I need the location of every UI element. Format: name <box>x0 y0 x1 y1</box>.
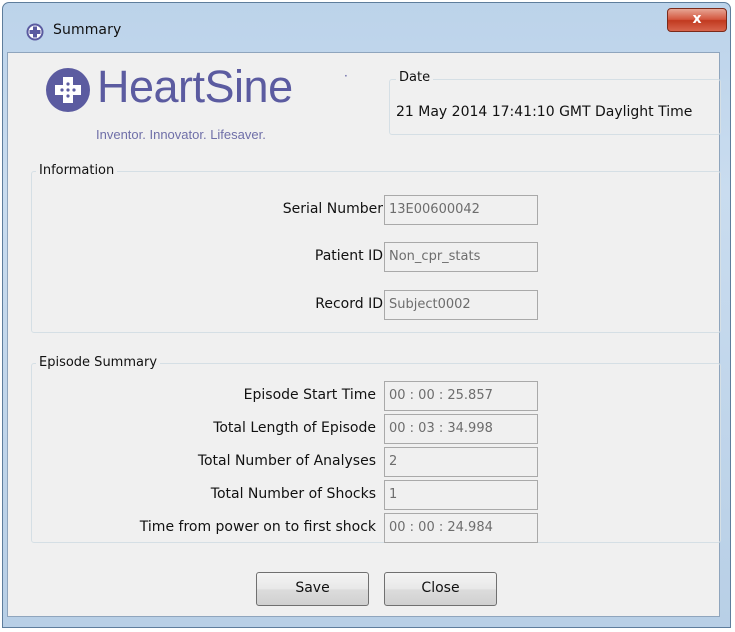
information-group-label: Information <box>36 163 118 178</box>
logo-registered-mark: · <box>344 69 348 83</box>
total-shocks-row: Total Number of Shocks <box>32 486 408 506</box>
total-analyses-field[interactable]: 2 <box>384 447 538 477</box>
episode-summary-group-label: Episode Summary <box>36 355 161 370</box>
total-analyses-row: Total Number of Analyses <box>32 453 408 473</box>
first-shock-field[interactable]: 00 : 00 : 24.984 <box>384 513 538 543</box>
date-value: 21 May 2014 17:41:10 GMT Daylight Time <box>396 104 693 120</box>
total-length-label: Total Length of Episode <box>213 420 376 436</box>
logo-brand-text: HeartSine <box>97 61 293 112</box>
first-shock-label: Time from power on to first shock <box>139 519 376 535</box>
total-shocks-label: Total Number of Shocks <box>210 486 376 502</box>
patient-id-field[interactable]: Non_cpr_stats <box>384 242 538 272</box>
record-id-field[interactable]: Subject0002 <box>384 290 538 320</box>
episode-start-time-label: Episode Start Time <box>243 387 376 403</box>
logo-tagline: Inventor. Innovator. Lifesaver. <box>96 127 266 142</box>
patient-id-row: Patient ID <box>32 248 408 268</box>
date-group-label: Date <box>396 70 434 85</box>
total-length-field[interactable]: 00 : 03 : 34.998 <box>384 414 538 444</box>
title-bar[interactable]: Summary x <box>3 3 730 47</box>
information-group: Information Serial Number 13E00600042 Pa… <box>31 163 721 333</box>
patient-id-label: Patient ID <box>314 248 383 264</box>
record-id-row: Record ID <box>32 296 408 316</box>
record-id-label: Record ID <box>315 296 383 312</box>
total-length-row: Total Length of Episode <box>32 420 408 440</box>
heartsine-app-icon <box>26 23 44 41</box>
episode-summary-group: Episode Summary Episode Start Time 00 : … <box>31 355 721 543</box>
heartsine-logo: HeartSine · Inventor. Innovator. Lifesav… <box>42 61 348 151</box>
date-group: Date 21 May 2014 17:41:10 GMT Daylight T… <box>389 70 721 135</box>
total-shocks-field[interactable]: 1 <box>384 480 538 510</box>
serial-number-row: Serial Number <box>32 201 408 221</box>
serial-number-field[interactable]: 13E00600042 <box>384 195 538 225</box>
serial-number-label: Serial Number <box>282 201 383 217</box>
first-shock-row: Time from power on to first shock <box>32 519 408 539</box>
close-icon: x <box>692 11 702 27</box>
total-analyses-label: Total Number of Analyses <box>197 453 376 469</box>
heartsine-logo-icon <box>46 68 90 112</box>
save-button[interactable]: Save <box>256 572 369 606</box>
episode-start-time-row: Episode Start Time <box>32 387 408 407</box>
close-button[interactable]: Close <box>384 572 497 606</box>
window-close-button[interactable]: x <box>667 8 727 32</box>
episode-start-time-field[interactable]: 00 : 00 : 25.857 <box>384 381 538 411</box>
window-title: Summary <box>53 22 122 38</box>
